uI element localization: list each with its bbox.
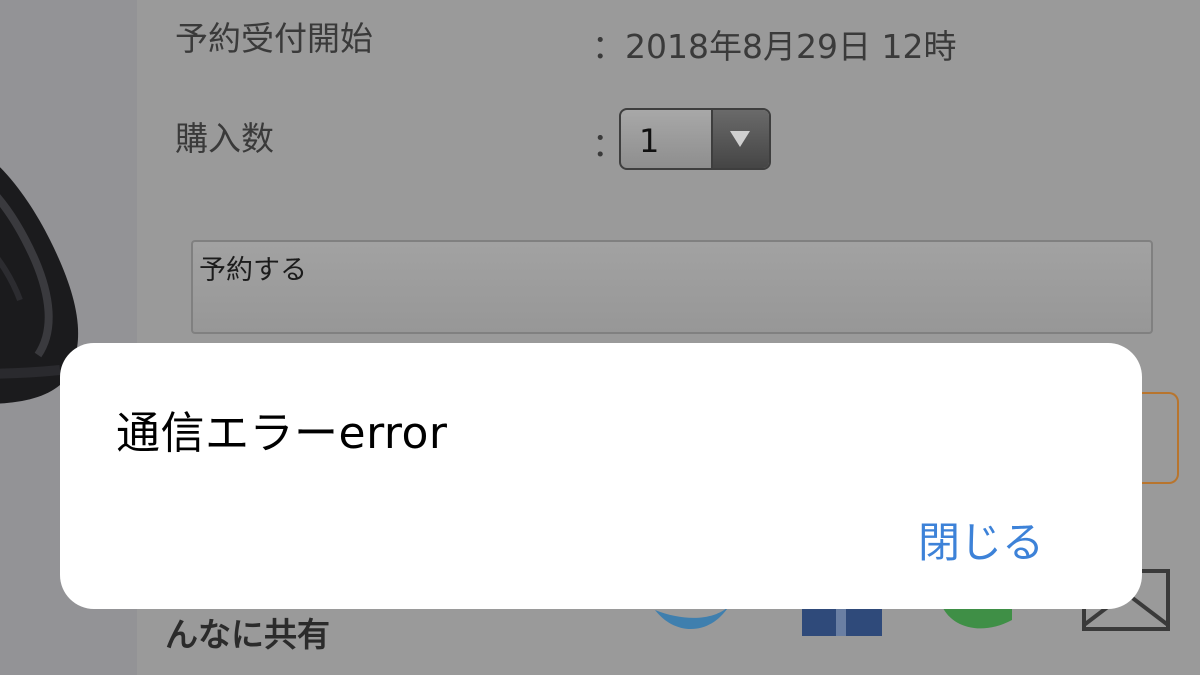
reservation-start-label: 予約受付開始 [175, 19, 373, 58]
reserve-button-label: 予約する [199, 255, 307, 286]
reservation-start-date: 2018年8月29日 12時 [625, 27, 957, 66]
reserve-button[interactable]: 予約する [191, 240, 1153, 334]
error-alert-dialog: 通信エラーerror 閉じる [60, 343, 1142, 609]
facebook-icon[interactable] [802, 606, 882, 636]
quantity-select[interactable]: 1 [619, 108, 771, 170]
share-label: んなに共有 [165, 615, 330, 654]
close-button[interactable]: 閉じる [918, 509, 1044, 570]
triangle-down-icon [730, 131, 750, 147]
quantity-label: 購入数 [175, 119, 274, 158]
twitter-icon[interactable] [655, 606, 729, 636]
quantity-select-value: 1 [639, 122, 660, 160]
select-arrow [711, 110, 769, 168]
line-icon[interactable] [942, 606, 1012, 636]
reservation-start-value: ：2018年8月29日 12時 [592, 20, 956, 68]
reservation-start-colon: ： [592, 27, 625, 66]
alert-message: 通信エラーerror [116, 408, 448, 459]
